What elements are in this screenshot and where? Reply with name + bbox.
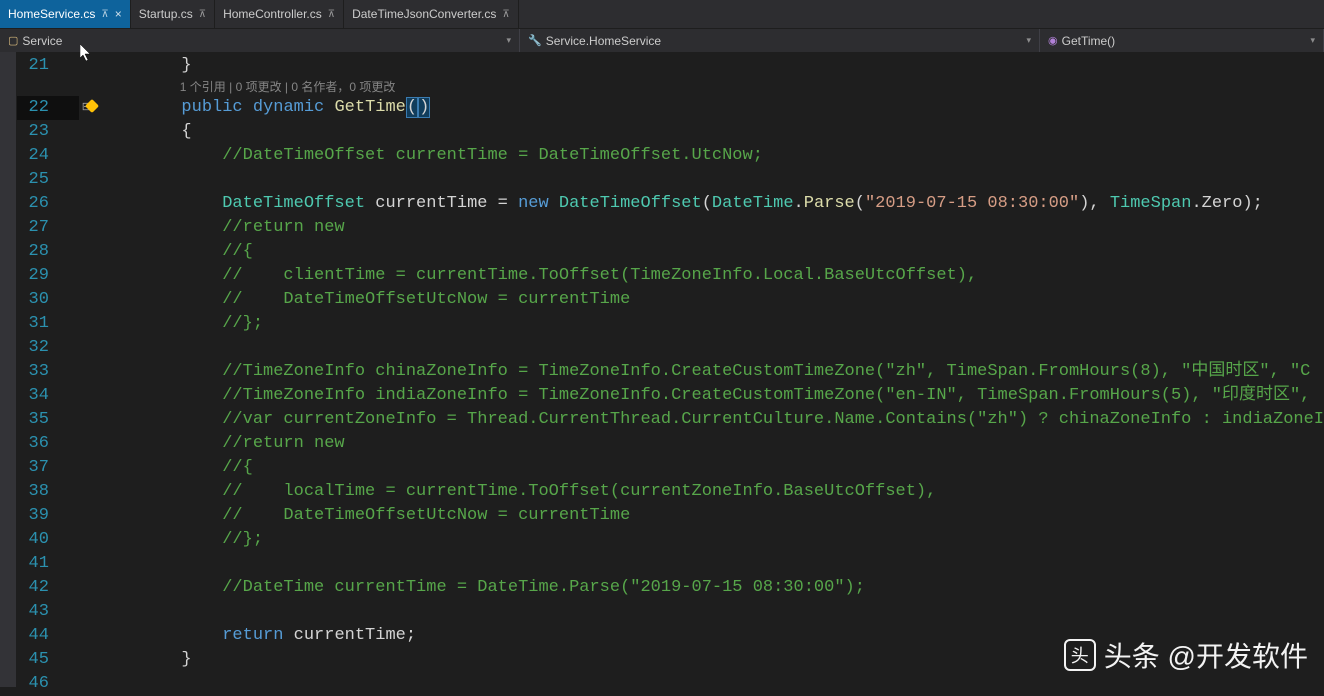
breadcrumb-bar: ▢ Service ▾ 🔧 Service.HomeService ▾ ◉ Ge… <box>0 28 1324 52</box>
line-number: 40 <box>17 528 79 552</box>
line-number: 43 <box>17 600 79 624</box>
tab-label: HomeService.cs <box>8 7 95 21</box>
breadcrumb-label: GetTime() <box>1062 34 1116 48</box>
tab-startup[interactable]: Startup.cs ⊼ <box>131 0 215 28</box>
line-number: 34 <box>17 384 79 408</box>
line-number: 41 <box>17 552 79 576</box>
tab-label: DateTimeJsonConverter.cs <box>352 7 496 21</box>
breadcrumb-class[interactable]: 🔧 Service.HomeService ▾ <box>520 29 1040 52</box>
pin-icon[interactable]: ⊼ <box>328 9 335 20</box>
code-line: //}; <box>94 312 1324 336</box>
line-number: 38 <box>17 480 79 504</box>
breadcrumb-label: Service <box>22 34 62 48</box>
line-number: 30 <box>17 288 79 312</box>
tab-label: Startup.cs <box>139 7 193 21</box>
line-number: 22 <box>17 96 79 120</box>
code-line <box>94 552 1324 576</box>
watermark: 头 头条 @开发软件 <box>1064 635 1308 675</box>
code-line: } <box>94 54 1324 78</box>
code-line: DateTimeOffset currentTime = new DateTim… <box>94 192 1324 216</box>
chevron-down-icon: ▾ <box>1310 35 1315 46</box>
line-number: 23 <box>17 120 79 144</box>
class-icon: 🔧 <box>528 34 542 47</box>
code-line <box>94 336 1324 360</box>
line-number: 32 <box>17 336 79 360</box>
code-line: { <box>94 120 1324 144</box>
pin-icon[interactable]: ⊼ <box>101 9 108 20</box>
line-number: 26 <box>17 192 79 216</box>
code-editor[interactable]: 21 22 23 24 25 26 27 28 29 30 31 32 33 3… <box>0 52 1324 687</box>
tab-bar: HomeService.cs ⊼ × Startup.cs ⊼ HomeCont… <box>0 0 1324 28</box>
watermark-icon: 头 <box>1064 639 1096 671</box>
code-line: // clientTime = currentTime.ToOffset(Tim… <box>94 264 1324 288</box>
line-number: 42 <box>17 576 79 600</box>
line-number: 33 <box>17 360 79 384</box>
line-number: 21 <box>17 54 79 78</box>
line-number: 29 <box>17 264 79 288</box>
line-number: 36 <box>17 432 79 456</box>
code-line: // DateTimeOffsetUtcNow = currentTime <box>94 504 1324 528</box>
code-line: //TimeZoneInfo indiaZoneInfo = TimeZoneI… <box>94 384 1324 408</box>
fold-column: ⊟ <box>79 52 94 687</box>
line-number: 46 <box>17 672 79 696</box>
pin-icon[interactable]: ⊼ <box>199 9 206 20</box>
method-icon: ◉ <box>1048 34 1058 47</box>
line-number: 27 <box>17 216 79 240</box>
namespace-icon: ▢ <box>8 34 18 47</box>
code-line <box>94 600 1324 624</box>
code-line: // DateTimeOffsetUtcNow = currentTime <box>94 288 1324 312</box>
code-line <box>94 168 1324 192</box>
line-number: 39 <box>17 504 79 528</box>
code-line: //var currentZoneInfo = Thread.CurrentTh… <box>94 408 1324 432</box>
line-number: 45 <box>17 648 79 672</box>
line-number: 28 <box>17 240 79 264</box>
chevron-down-icon: ▾ <box>506 35 511 46</box>
breadcrumb-method[interactable]: ◉ GetTime() ▾ <box>1040 29 1324 52</box>
line-number: 25 <box>17 168 79 192</box>
code-line: //}; <box>94 528 1324 552</box>
breadcrumb-namespace[interactable]: ▢ Service ▾ <box>0 29 520 52</box>
line-number-gutter: 21 22 23 24 25 26 27 28 29 30 31 32 33 3… <box>17 52 79 687</box>
line-number: 37 <box>17 456 79 480</box>
code-line: //DateTime currentTime = DateTime.Parse(… <box>94 576 1324 600</box>
code-line: //return new <box>94 432 1324 456</box>
tab-datetimejsonconverter[interactable]: DateTimeJsonConverter.cs ⊼ <box>344 0 519 28</box>
line-number: 35 <box>17 408 79 432</box>
code-line: //TimeZoneInfo chinaZoneInfo = TimeZoneI… <box>94 360 1324 384</box>
breadcrumb-label: Service.HomeService <box>546 34 661 48</box>
line-number: 31 <box>17 312 79 336</box>
code-content[interactable]: } 1 个引用 | 0 项更改 | 0 名作者，0 项更改 public dyn… <box>94 52 1324 687</box>
tab-label: HomeController.cs <box>223 7 322 21</box>
pin-icon[interactable]: ⊼ <box>502 9 509 20</box>
code-line: //DateTimeOffset currentTime = DateTimeO… <box>94 144 1324 168</box>
line-number: 24 <box>17 144 79 168</box>
line-number: 44 <box>17 624 79 648</box>
chevron-down-icon: ▾ <box>1026 35 1031 46</box>
watermark-text: 头条 @开发软件 <box>1104 635 1308 675</box>
tab-homeservice[interactable]: HomeService.cs ⊼ × <box>0 0 131 28</box>
indicator-margin <box>0 52 17 687</box>
code-line: // localTime = currentTime.ToOffset(curr… <box>94 480 1324 504</box>
code-line: //{ <box>94 456 1324 480</box>
codelens[interactable]: 1 个引用 | 0 项更改 | 0 名作者，0 项更改 <box>94 78 1324 96</box>
code-line: public dynamic GetTime() <box>94 96 1324 120</box>
close-icon[interactable]: × <box>115 7 122 21</box>
tab-homecontroller[interactable]: HomeController.cs ⊼ <box>215 0 344 28</box>
code-line: //{ <box>94 240 1324 264</box>
code-line: //return new <box>94 216 1324 240</box>
